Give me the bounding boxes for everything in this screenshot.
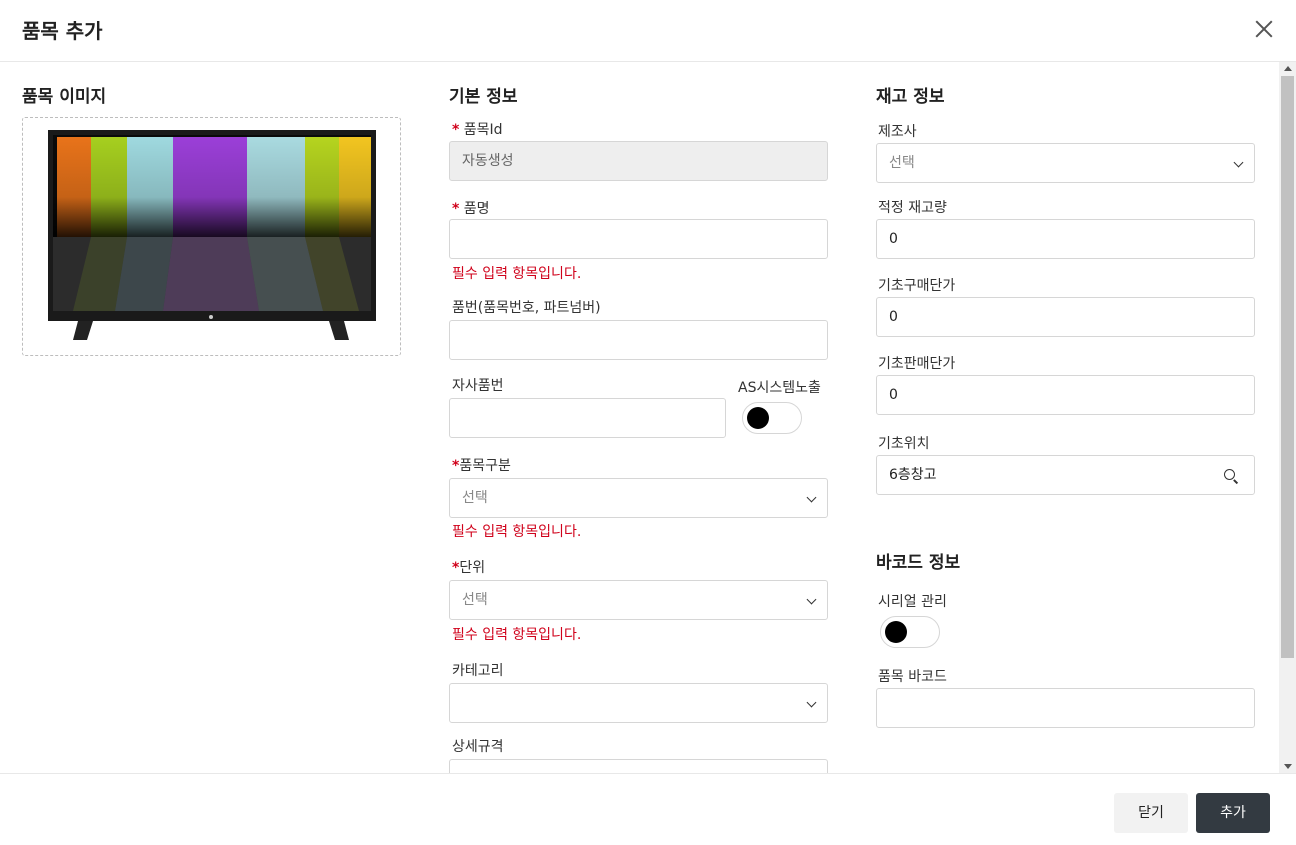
content-scrollbar[interactable] — [1279, 62, 1296, 773]
chevron-down-icon — [806, 492, 817, 503]
image-section-title: 품목 이미지 — [22, 87, 107, 107]
stock-info-title: 재고 정보 — [876, 87, 945, 107]
base-sale-price-input[interactable]: 0 — [876, 375, 1255, 415]
toggle-knob — [885, 621, 907, 643]
detail-spec-input[interactable] — [449, 759, 828, 773]
search-icon[interactable] — [1224, 469, 1238, 483]
own-part-number-input[interactable] — [449, 398, 726, 438]
item-barcode-input[interactable] — [876, 688, 1255, 728]
basic-info-title: 기본 정보 — [449, 87, 518, 107]
item-id-field: 자동생성 — [449, 141, 828, 181]
required-mark: * — [452, 201, 460, 217]
close-button[interactable]: 닫기 — [1114, 793, 1188, 833]
item-name-input[interactable] — [449, 219, 828, 259]
item-category-error: 필수 입력 항목입니다. — [452, 524, 582, 540]
unit-select[interactable]: 선택 — [449, 580, 828, 620]
required-mark: * — [452, 122, 460, 138]
toggle-knob — [747, 407, 769, 429]
serial-management-toggle[interactable] — [880, 616, 940, 648]
dialog-header: 품목 추가 — [0, 0, 1296, 62]
dialog-title: 품목 추가 — [22, 19, 103, 43]
item-image — [48, 130, 376, 340]
chevron-down-icon — [806, 697, 817, 708]
barcode-info-title: 바코드 정보 — [876, 553, 961, 573]
proper-stock-input[interactable]: 0 — [876, 219, 1255, 259]
detail-spec-label: 상세규격 — [452, 739, 504, 755]
item-name-error: 필수 입력 항목입니다. — [452, 266, 582, 282]
item-category-select[interactable]: 선택 — [449, 478, 828, 518]
category-label: 카테고리 — [452, 663, 504, 679]
unit-label: *단위 — [452, 560, 486, 576]
as-system-exposure-label: AS시스템노출 — [738, 380, 821, 396]
part-number-input[interactable] — [449, 320, 828, 360]
as-system-exposure-toggle[interactable] — [742, 402, 802, 434]
base-location-input[interactable]: 6층창고 — [876, 455, 1255, 495]
add-button[interactable]: 추가 — [1196, 793, 1270, 833]
proper-stock-label: 적정 재고량 — [878, 200, 947, 216]
item-id-label: * 품목Id — [452, 122, 503, 138]
serial-management-label: 시리얼 관리 — [878, 594, 947, 610]
manufacturer-select[interactable]: 선택 — [876, 143, 1255, 183]
scroll-down-arrow-icon[interactable] — [1284, 764, 1292, 769]
scroll-up-arrow-icon[interactable] — [1284, 66, 1292, 71]
chevron-down-icon — [806, 594, 817, 605]
base-location-label: 기초위치 — [878, 436, 930, 452]
dialog-content: 품목 이미지 기본 정보 * 품목Id 자동생성 * 품명 필수 입력 항목입니… — [0, 62, 1296, 773]
item-barcode-label: 품목 바코드 — [878, 669, 947, 685]
dialog-footer: 닫기 추가 — [0, 773, 1296, 845]
manufacturer-label: 제조사 — [878, 124, 917, 140]
base-purchase-price-label: 기초구매단가 — [878, 278, 956, 294]
part-number-label: 품번(품목번호, 파트넘버) — [452, 300, 601, 316]
category-select[interactable] — [449, 683, 828, 723]
scrollbar-thumb[interactable] — [1281, 76, 1294, 658]
unit-error: 필수 입력 항목입니다. — [452, 627, 582, 643]
item-name-label: * 품명 — [452, 201, 490, 217]
base-sale-price-label: 기초판매단가 — [878, 356, 956, 372]
base-purchase-price-input[interactable]: 0 — [876, 297, 1255, 337]
item-category-label: *품목구분 — [452, 458, 511, 474]
chevron-down-icon — [1233, 157, 1244, 168]
item-image-dropzone[interactable] — [22, 117, 401, 356]
close-icon[interactable] — [1250, 15, 1278, 43]
own-part-number-label: 자사품번 — [452, 378, 504, 394]
